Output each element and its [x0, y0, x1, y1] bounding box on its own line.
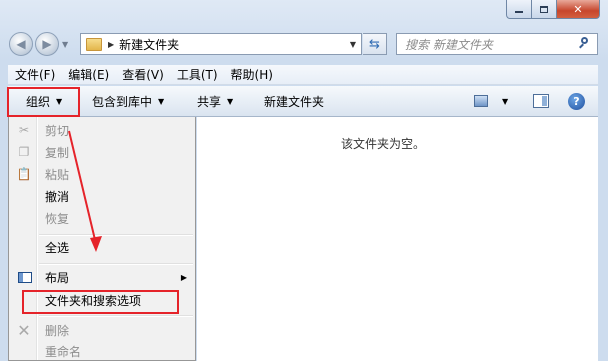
close-button[interactable]: ✕: [557, 0, 600, 19]
minimize-icon: [515, 11, 523, 13]
search-box[interactable]: 搜索 新建文件夹: [396, 33, 598, 55]
view-options-dropdown-icon[interactable]: ▼: [502, 97, 508, 106]
command-bar: 组织 ▼ 包含到库中 ▼ 共享 ▼ 新建文件夹: [8, 86, 598, 117]
menu-item-redo[interactable]: 恢复: [9, 207, 195, 229]
scissors-icon: ✂: [18, 123, 30, 137]
forward-button[interactable]: ▶: [35, 32, 59, 56]
include-in-library-button[interactable]: 包含到库中 ▼: [92, 86, 164, 117]
change-view-icon[interactable]: [474, 95, 488, 107]
menu-bar: 文件(F) 编辑(E) 查看(V) 工具(T) 帮助(H): [8, 65, 598, 85]
help-icon[interactable]: ?: [568, 93, 585, 110]
menu-separator: [39, 263, 193, 265]
menu-item-paste-label: 粘贴: [45, 167, 70, 182]
menu-separator: [39, 315, 193, 317]
explorer-window: ✕ ◀ ▶ ▼ ▶ 新建文件夹 ▼ ⇆ 搜索 新建文件夹 文件(F) 编辑(E)…: [0, 0, 608, 361]
include-in-library-label: 包含到库中: [92, 95, 153, 109]
navigation-buttons: ◀ ▶ ▼: [9, 32, 68, 56]
menu-item-layout[interactable]: 布局 ▶: [9, 266, 195, 288]
menu-item-redo-label: 恢复: [45, 211, 70, 226]
search-input[interactable]: 搜索 新建文件夹: [405, 36, 493, 53]
submenu-arrow-icon: ▶: [180, 272, 187, 282]
menu-help[interactable]: 帮助(H): [224, 66, 279, 83]
search-icon[interactable]: [577, 37, 591, 51]
menu-item-select-all-label: 全选: [45, 240, 70, 255]
recent-pages-dropdown-icon[interactable]: ▼: [62, 40, 68, 49]
new-folder-label: 新建文件夹: [264, 95, 325, 109]
menu-item-delete[interactable]: ✕ 删除: [9, 319, 195, 341]
menu-item-copy[interactable]: ❐ 复制: [9, 141, 195, 163]
menu-file[interactable]: 文件(F): [8, 66, 61, 83]
menu-item-delete-label: 删除: [45, 323, 70, 338]
refresh-button[interactable]: ⇆: [363, 33, 387, 55]
empty-folder-message: 该文件夹为空。: [341, 137, 426, 151]
menu-item-undo[interactable]: 撤消: [9, 185, 195, 207]
folder-options-highlight-box: [22, 290, 179, 314]
paste-icon: 📋: [16, 167, 32, 181]
new-folder-button[interactable]: 新建文件夹: [264, 86, 324, 117]
breadcrumb-arrow-icon[interactable]: ▶: [108, 40, 114, 49]
menu-item-cut-label: 剪切: [45, 123, 70, 138]
preview-pane-icon[interactable]: [533, 94, 549, 108]
organize-menu: ✂ 剪切 ❐ 复制 📋 粘贴 撤消 恢复 全选 布局 ▶ 文件夹和搜索选项 ✕ …: [8, 117, 196, 361]
share-dropdown-icon: ▼: [227, 97, 234, 106]
organize-highlight-box: [7, 87, 80, 117]
back-button[interactable]: ◀: [9, 32, 33, 56]
layout-icon: [18, 271, 32, 283]
forward-arrow-icon: ▶: [42, 37, 52, 51]
menu-item-select-all[interactable]: 全选: [9, 236, 195, 258]
copy-icon: ❐: [18, 145, 30, 159]
menu-item-undo-label: 撤消: [45, 189, 70, 204]
share-label: 共享: [197, 95, 222, 109]
menu-item-rename[interactable]: 重命名: [9, 340, 195, 362]
folder-icon: [86, 37, 102, 51]
window-right-border: [598, 117, 608, 361]
share-button[interactable]: 共享 ▼: [197, 86, 233, 117]
address-dropdown-icon[interactable]: ▼: [350, 40, 356, 49]
file-list-area[interactable]: 该文件夹为空。: [197, 117, 598, 361]
menu-tools[interactable]: 工具(T): [170, 66, 224, 83]
menu-view[interactable]: 查看(V): [115, 66, 170, 83]
breadcrumb-current-folder[interactable]: 新建文件夹: [119, 36, 179, 53]
delete-x-icon: ✕: [17, 320, 31, 340]
menu-item-paste[interactable]: 📋 粘贴: [9, 163, 195, 185]
include-in-library-dropdown-icon: ▼: [158, 97, 165, 106]
maximize-icon: [540, 5, 548, 13]
address-bar[interactable]: ▶ 新建文件夹 ▼: [80, 33, 362, 55]
menu-item-copy-label: 复制: [45, 145, 70, 160]
back-arrow-icon: ◀: [16, 37, 26, 51]
menu-item-rename-label: 重命名: [45, 344, 82, 359]
menu-item-layout-label: 布局: [45, 270, 70, 285]
minimize-button[interactable]: [506, 0, 532, 19]
refresh-icon: ⇆: [369, 36, 380, 52]
menu-item-cut[interactable]: ✂ 剪切: [9, 119, 195, 141]
maximize-button[interactable]: [532, 0, 557, 19]
menu-edit[interactable]: 编辑(E): [61, 66, 115, 83]
window-caption-buttons: ✕: [506, 0, 600, 20]
close-icon: ✕: [573, 2, 583, 16]
